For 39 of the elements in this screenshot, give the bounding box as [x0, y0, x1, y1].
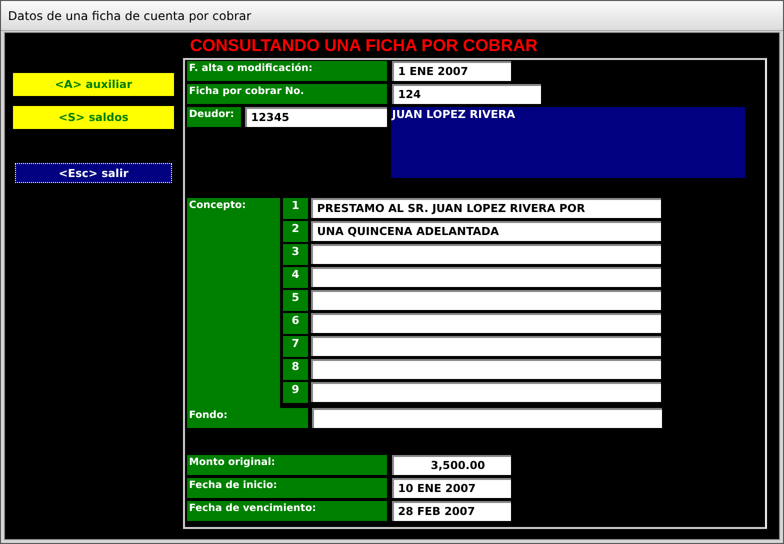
field-label: Deudor:: [187, 107, 241, 127]
date-field[interactable]: 10 ENE 2007: [392, 478, 511, 498]
concept-field[interactable]: [311, 382, 661, 402]
debtor-field[interactable]: 12345: [245, 107, 387, 127]
field-label: F. alta o modificación:: [187, 61, 387, 81]
amount-field[interactable]: 3,500.00: [392, 455, 511, 475]
window-title: Datos de una ficha de cuenta por cobrar: [8, 8, 252, 22]
field-label: Ficha por cobrar No.: [187, 84, 387, 104]
line-number: 7: [283, 336, 308, 357]
sidebar-button[interactable]: <S> saldos: [13, 106, 174, 129]
line-number: 8: [283, 359, 308, 380]
field-label: Fecha de vencimiento:: [187, 501, 387, 521]
form-heading: CONSULTANDO UNA FICHA POR COBRAR: [189, 35, 539, 57]
fund-field[interactable]: [312, 408, 662, 428]
date-field[interactable]: 28 FEB 2007: [392, 501, 511, 521]
line-number: 9: [283, 382, 308, 403]
concept-field[interactable]: [311, 359, 661, 379]
sidebar-button[interactable]: <A> auxiliar: [13, 73, 174, 96]
line-number: 3: [283, 244, 308, 265]
line-number: 5: [283, 290, 308, 311]
date-field[interactable]: 1 ENE 2007: [392, 61, 511, 81]
sidebar-button[interactable]: <Esc> salir: [15, 163, 172, 183]
line-number: 4: [283, 267, 308, 288]
line-number: 2: [283, 221, 308, 242]
concept-field[interactable]: [311, 267, 661, 287]
field-label: Concepto:: [187, 198, 280, 408]
concept-field[interactable]: [311, 244, 661, 264]
field-label: Monto original:: [187, 455, 387, 475]
concept-field[interactable]: [311, 290, 661, 310]
line-number: 1: [283, 198, 308, 219]
field-label: Fecha de inicio:: [187, 478, 387, 498]
concept-field[interactable]: [311, 336, 661, 356]
concept-field[interactable]: PRESTAMO AL SR. JUAN LOPEZ RIVERA POR: [311, 198, 661, 218]
concept-field[interactable]: UNA QUINCENA ADELANTADA: [311, 221, 661, 241]
number-field[interactable]: 124: [392, 84, 541, 104]
field-label: Fondo:: [187, 408, 308, 428]
debtor-name: JUAN LOPEZ RIVERA: [391, 107, 745, 178]
line-number: 6: [283, 313, 308, 334]
concept-field[interactable]: [311, 313, 661, 333]
